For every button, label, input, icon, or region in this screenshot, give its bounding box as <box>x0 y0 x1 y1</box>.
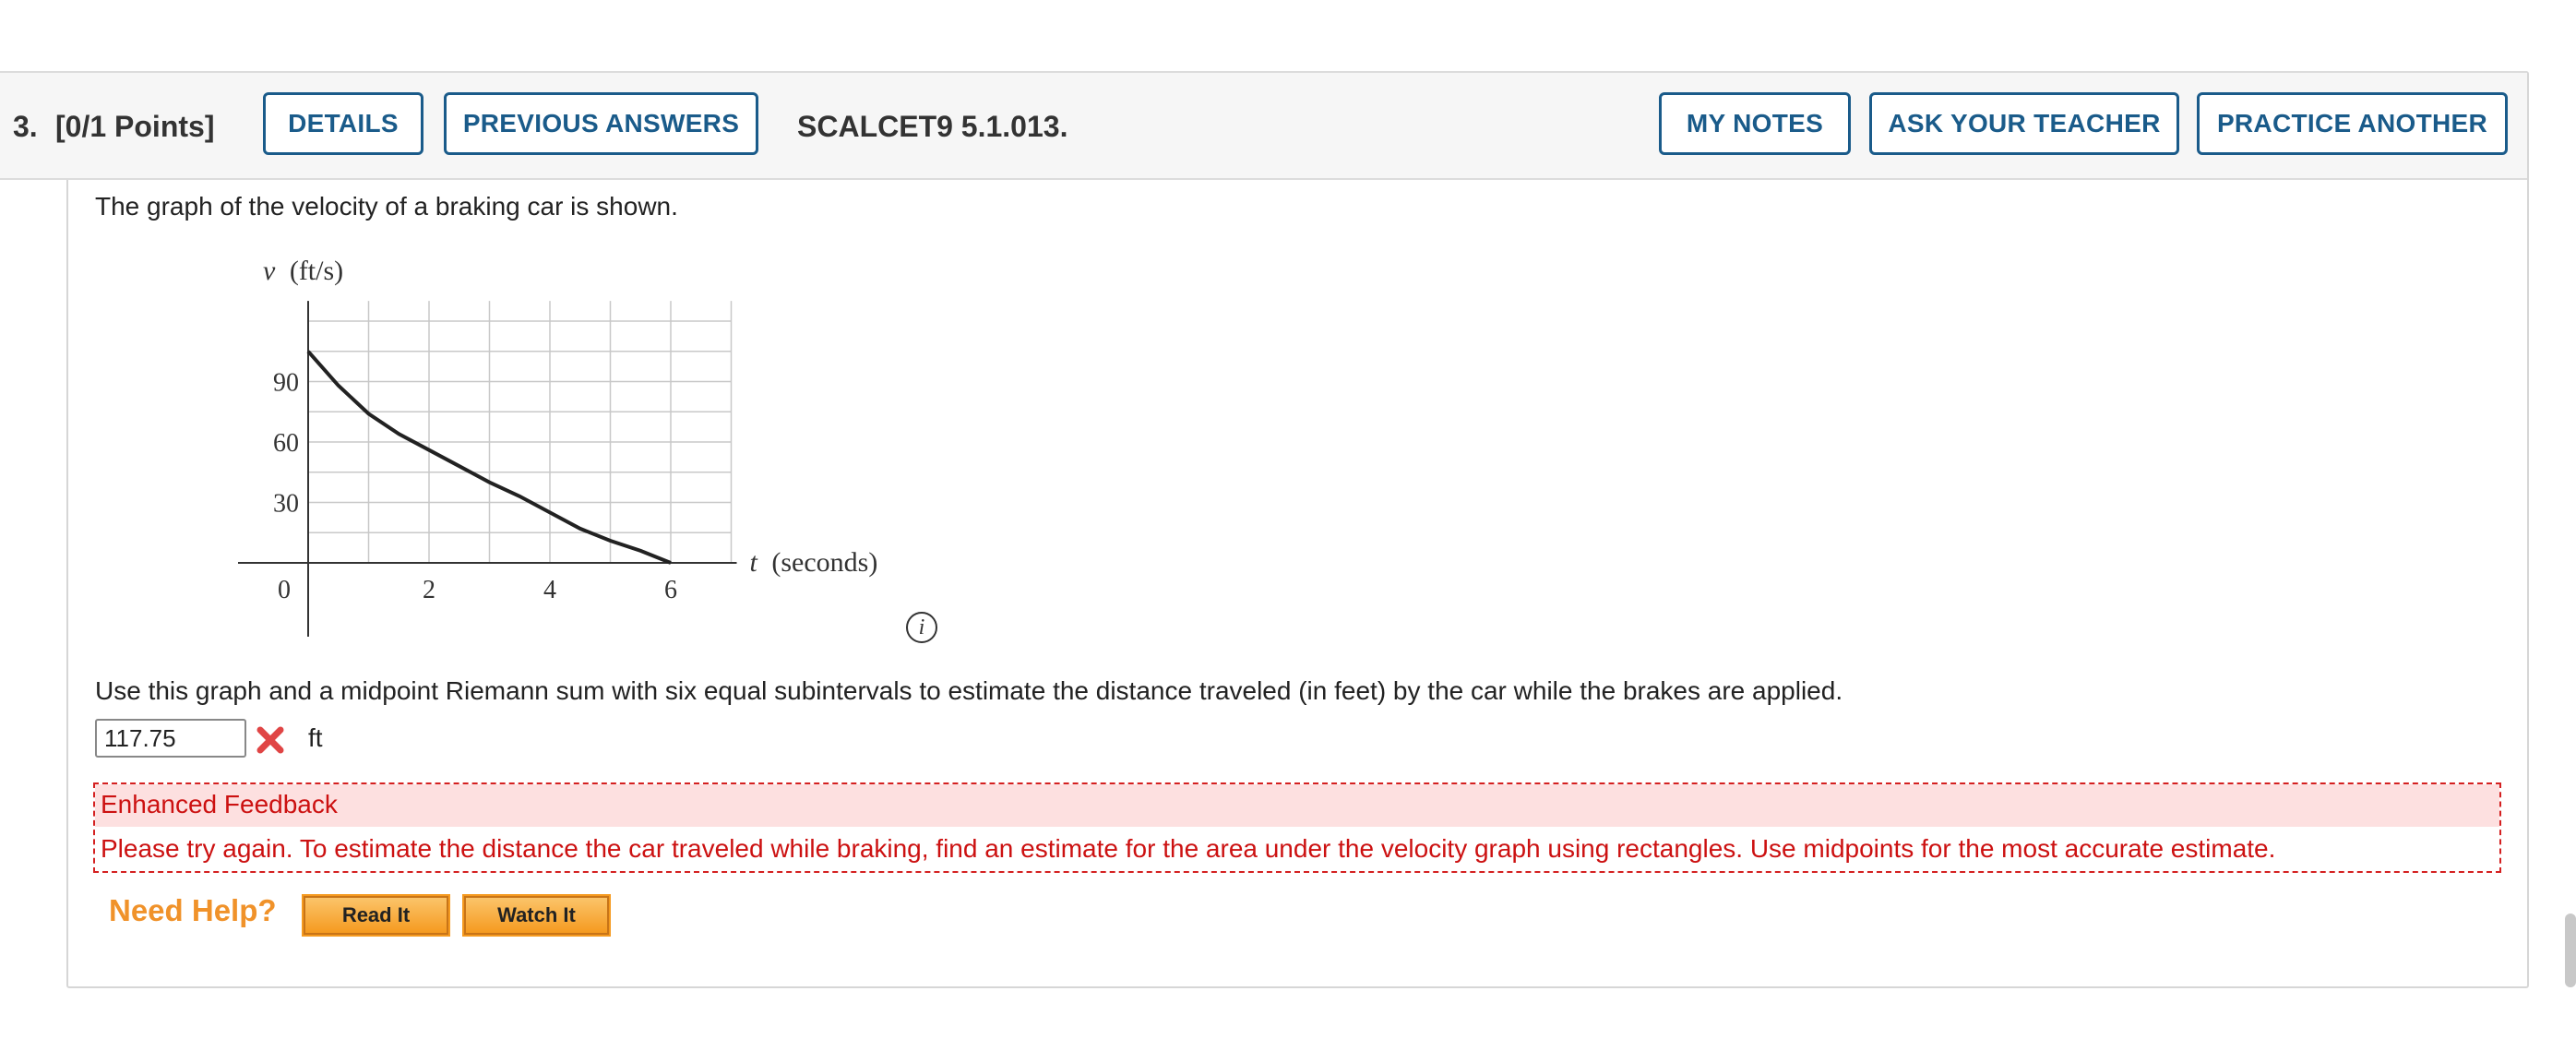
x-tick-label: 2 <box>423 576 435 604</box>
y-axis-label: v (ft/s) <box>263 256 343 286</box>
question-points: [0/1 Points] <box>55 110 215 143</box>
need-help-label: Need Help? <box>109 893 277 927</box>
y-tick-label: 60 <box>273 429 299 458</box>
feedback-text: Please try again. To estimate the distan… <box>101 834 2276 863</box>
velocity-graph: 2 4 6 90 60 30 v (ft/s) t (seconds) 0 <box>238 256 878 637</box>
x-tick-label: 6 <box>664 576 677 604</box>
answer-input[interactable] <box>95 719 246 758</box>
info-icon[interactable]: i <box>906 612 937 643</box>
x-axis-label: t (seconds) <box>750 547 878 578</box>
y-tick-label: 90 <box>273 369 299 398</box>
my-notes-button[interactable]: MY NOTES <box>1659 92 1851 155</box>
intro-text: The graph of the velocity of a braking c… <box>95 192 678 221</box>
question-code: SCALCET9 5.1.013. <box>797 110 1068 143</box>
graph-grid <box>308 301 733 563</box>
enhanced-feedback-box: Enhanced Feedback Please try again. To e… <box>93 782 2501 873</box>
question-header: 3. [0/1 Points] DETAILS PREVIOUS ANSWERS… <box>0 71 2527 180</box>
question-text: Use this graph and a midpoint Riemann su… <box>95 676 1843 705</box>
incorrect-x-icon <box>256 726 284 754</box>
read-it-button[interactable]: Read It <box>302 894 450 937</box>
x-tick-label: 4 <box>543 576 556 604</box>
ask-your-teacher-button[interactable]: ASK YOUR TEACHER <box>1869 92 2179 155</box>
practice-another-button[interactable]: PRACTICE ANOTHER <box>2197 92 2508 155</box>
feedback-title: Enhanced Feedback <box>95 784 2499 827</box>
watch-it-button[interactable]: Watch It <box>462 894 611 937</box>
scrollbar-thumb[interactable] <box>2565 914 2576 987</box>
y-tick-label: 30 <box>273 490 299 519</box>
origin-label: 0 <box>278 576 291 604</box>
previous-answers-button[interactable]: PREVIOUS ANSWERS <box>444 92 758 155</box>
details-button[interactable]: DETAILS <box>263 92 423 155</box>
answer-unit: ft <box>308 723 323 752</box>
question-number: 3. <box>13 110 38 143</box>
